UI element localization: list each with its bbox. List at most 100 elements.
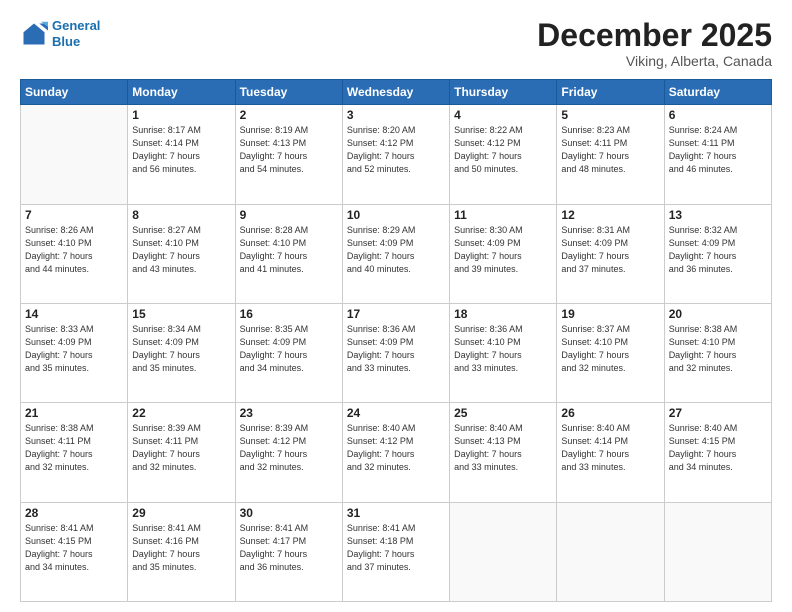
calendar-cell: 4Sunrise: 8:22 AMSunset: 4:12 PMDaylight… [450, 105, 557, 204]
day-number: 4 [454, 108, 552, 122]
week-row-1: 1Sunrise: 8:17 AMSunset: 4:14 PMDaylight… [21, 105, 772, 204]
sunrise-text: Sunrise: 8:22 AM [454, 124, 552, 137]
day-info: Sunrise: 8:40 AMSunset: 4:15 PMDaylight:… [669, 422, 767, 474]
day-info: Sunrise: 8:29 AMSunset: 4:09 PMDaylight:… [347, 224, 445, 276]
calendar-cell: 20Sunrise: 8:38 AMSunset: 4:10 PMDayligh… [664, 303, 771, 402]
sunrise-text: Sunrise: 8:19 AM [240, 124, 338, 137]
day-number: 6 [669, 108, 767, 122]
calendar-cell: 23Sunrise: 8:39 AMSunset: 4:12 PMDayligh… [235, 403, 342, 502]
sunset-text: Sunset: 4:10 PM [454, 336, 552, 349]
daylight-text: Daylight: 7 hoursand 35 minutes. [132, 548, 230, 574]
day-info: Sunrise: 8:27 AMSunset: 4:10 PMDaylight:… [132, 224, 230, 276]
daylight-text: Daylight: 7 hoursand 33 minutes. [454, 448, 552, 474]
daylight-text: Daylight: 7 hoursand 32 minutes. [347, 448, 445, 474]
sunrise-text: Sunrise: 8:31 AM [561, 224, 659, 237]
day-info: Sunrise: 8:40 AMSunset: 4:13 PMDaylight:… [454, 422, 552, 474]
weekday-header-tuesday: Tuesday [235, 80, 342, 105]
day-number: 15 [132, 307, 230, 321]
daylight-text: Daylight: 7 hoursand 46 minutes. [669, 150, 767, 176]
day-number: 23 [240, 406, 338, 420]
calendar-cell: 13Sunrise: 8:32 AMSunset: 4:09 PMDayligh… [664, 204, 771, 303]
day-number: 7 [25, 208, 123, 222]
sunset-text: Sunset: 4:11 PM [561, 137, 659, 150]
daylight-text: Daylight: 7 hoursand 36 minutes. [240, 548, 338, 574]
week-row-3: 14Sunrise: 8:33 AMSunset: 4:09 PMDayligh… [21, 303, 772, 402]
calendar-cell: 2Sunrise: 8:19 AMSunset: 4:13 PMDaylight… [235, 105, 342, 204]
sunset-text: Sunset: 4:13 PM [454, 435, 552, 448]
header: General Blue December 2025 Viking, Alber… [20, 18, 772, 69]
calendar-cell: 6 Sunrise: 8:24 AMSunset: 4:11 PMDaylight… [664, 105, 771, 204]
sunrise-text: Sunrise: 8:39 AM [240, 422, 338, 435]
daylight-text: Daylight: 7 hoursand 34 minutes. [669, 448, 767, 474]
day-info: Sunrise: 8:41 AMSunset: 4:16 PMDaylight:… [132, 522, 230, 574]
calendar-cell [557, 502, 664, 601]
calendar-cell: 7Sunrise: 8:26 AMSunset: 4:10 PMDaylight… [21, 204, 128, 303]
logo: General Blue [20, 18, 100, 49]
sunrise-text: Sunrise: 8:37 AM [561, 323, 659, 336]
sunset-text: Sunset: 4:10 PM [561, 336, 659, 349]
day-number: 27 [669, 406, 767, 420]
sunrise-text: Sunrise: 8:36 AM [347, 323, 445, 336]
calendar-cell: 12Sunrise: 8:31 AMSunset: 4:09 PMDayligh… [557, 204, 664, 303]
daylight-text: Daylight: 7 hoursand 44 minutes. [25, 250, 123, 276]
sunrise-text: Sunrise: 8:17 AM [132, 124, 230, 137]
sunrise-text: Sunrise: 8:24 AM [669, 124, 767, 137]
day-number: 20 [669, 307, 767, 321]
sunset-text: Sunset: 4:15 PM [669, 435, 767, 448]
day-info: Sunrise: 8:37 AMSunset: 4:10 PMDaylight:… [561, 323, 659, 375]
calendar-cell: 5Sunrise: 8:23 AMSunset: 4:11 PMDaylight… [557, 105, 664, 204]
day-number: 14 [25, 307, 123, 321]
sunrise-text: Sunrise: 8:40 AM [454, 422, 552, 435]
calendar-cell: 18Sunrise: 8:36 AMSunset: 4:10 PMDayligh… [450, 303, 557, 402]
location: Viking, Alberta, Canada [537, 53, 772, 69]
day-info: Sunrise: 8:32 AMSunset: 4:09 PMDaylight:… [669, 224, 767, 276]
day-number: 21 [25, 406, 123, 420]
sunset-text: Sunset: 4:11 PM [25, 435, 123, 448]
daylight-text: Daylight: 7 hoursand 41 minutes. [240, 250, 338, 276]
sunset-text: Sunset: 4:09 PM [561, 237, 659, 250]
day-number: 31 [347, 506, 445, 520]
sunrise-text: Sunrise: 8:28 AM [240, 224, 338, 237]
sunrise-text: Sunrise: 8:40 AM [347, 422, 445, 435]
page: General Blue December 2025 Viking, Alber… [0, 0, 792, 612]
day-number: 18 [454, 307, 552, 321]
sunrise-text: Sunrise: 8:32 AM [669, 224, 767, 237]
day-number: 22 [132, 406, 230, 420]
sunset-text: Sunset: 4:09 PM [240, 336, 338, 349]
daylight-text: Daylight: 7 hoursand 32 minutes. [25, 448, 123, 474]
sunset-text: Sunset: 4:15 PM [25, 535, 123, 548]
day-info: Sunrise: 8:35 AMSunset: 4:09 PMDaylight:… [240, 323, 338, 375]
daylight-text: Daylight: 7 hoursand 34 minutes. [240, 349, 338, 375]
calendar-cell: 21 Sunrise: 8:38 AMSunset: 4:11 PMDayligh… [21, 403, 128, 502]
month-title: December 2025 [537, 18, 772, 53]
daylight-text: Daylight: 7 hoursand 43 minutes. [132, 250, 230, 276]
title-block: December 2025 Viking, Alberta, Canada [537, 18, 772, 69]
day-info: Sunrise: 8:36 AMSunset: 4:09 PMDaylight:… [347, 323, 445, 375]
sunrise-text: Sunrise: 8:23 AM [561, 124, 659, 137]
day-number: 8 [132, 208, 230, 222]
sunset-text: Sunset: 4:09 PM [347, 237, 445, 250]
calendar-cell: 27 Sunrise: 8:40 AMSunset: 4:15 PMDayligh… [664, 403, 771, 502]
sunrise-text: Sunrise: 8:34 AM [132, 323, 230, 336]
day-number: 25 [454, 406, 552, 420]
sunset-text: Sunset: 4:09 PM [454, 237, 552, 250]
daylight-text: Daylight: 7 hoursand 34 minutes. [25, 548, 123, 574]
daylight-text: Daylight: 7 hoursand 32 minutes. [240, 448, 338, 474]
calendar-cell: 15Sunrise: 8:34 AMSunset: 4:09 PMDayligh… [128, 303, 235, 402]
calendar-cell: 22Sunrise: 8:39 AMSunset: 4:11 PMDayligh… [128, 403, 235, 502]
sunrise-text: Sunrise: 8:41 AM [240, 522, 338, 535]
daylight-text: Daylight: 7 hoursand 56 minutes. [132, 150, 230, 176]
daylight-text: Daylight: 7 hoursand 33 minutes. [561, 448, 659, 474]
day-number: 5 [561, 108, 659, 122]
sunset-text: Sunset: 4:14 PM [561, 435, 659, 448]
day-info: Sunrise: 8:24 AMSunset: 4:11 PMDaylight:… [669, 124, 767, 176]
day-info: Sunrise: 8:38 AMSunset: 4:11 PMDaylight:… [25, 422, 123, 474]
daylight-text: Daylight: 7 hoursand 33 minutes. [347, 349, 445, 375]
sunset-text: Sunset: 4:10 PM [25, 237, 123, 250]
day-number: 17 [347, 307, 445, 321]
daylight-text: Daylight: 7 hoursand 37 minutes. [561, 250, 659, 276]
sunset-text: Sunset: 4:11 PM [669, 137, 767, 150]
daylight-text: Daylight: 7 hoursand 54 minutes. [240, 150, 338, 176]
calendar-table: SundayMondayTuesdayWednesdayThursdayFrid… [20, 79, 772, 602]
calendar-cell: 25 Sunrise: 8:40 AMSunset: 4:13 PMDayligh… [450, 403, 557, 502]
